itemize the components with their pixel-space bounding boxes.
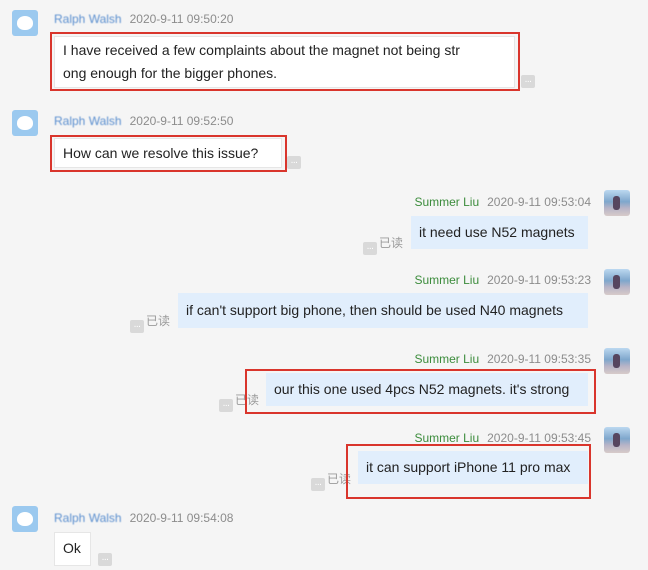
ellipsis-icon[interactable]: ... <box>363 242 377 255</box>
message-text-line: How can we resolve this issue? <box>63 145 259 161</box>
contact-avatar[interactable] <box>12 110 38 136</box>
read-receipt: ... 已读 <box>311 470 351 491</box>
ellipsis-icon[interactable]: ... <box>287 156 301 169</box>
sender-name[interactable]: Ralph Walsh <box>54 12 122 26</box>
message-bubble[interactable]: I have received a few complaints about t… <box>54 36 515 88</box>
message-text-line: ong enough for the bigger phones. <box>63 65 278 81</box>
message-header: Summer Liu 2020-9-11 09:53:04 <box>414 195 591 209</box>
message-header: Ralph Walsh 2020-9-11 09:52:50 <box>54 114 233 128</box>
timestamp: 2020-9-11 09:53:23 <box>487 273 591 287</box>
read-status: 已读 <box>327 472 352 486</box>
message-text-line: our this one used 4pcs N52 magnets. it's… <box>274 381 570 397</box>
timestamp: 2020-9-11 09:53:45 <box>487 431 591 445</box>
sender-name[interactable]: Ralph Walsh <box>54 511 122 525</box>
contact-avatar[interactable] <box>12 506 38 532</box>
message-text-line: it can support iPhone 11 pro max <box>366 459 571 475</box>
read-status: 已读 <box>379 236 404 250</box>
message-header: Ralph Walsh 2020-9-11 09:54:08 <box>54 511 233 525</box>
timestamp: 2020-9-11 09:52:50 <box>129 114 234 128</box>
read-receipt: ... 已读 <box>363 234 403 255</box>
read-receipt: ... 已读 <box>219 391 259 412</box>
profile-photo[interactable] <box>604 427 630 453</box>
sender-name[interactable]: Summer Liu <box>414 431 479 445</box>
timestamp: 2020-9-11 09:53:35 <box>487 352 591 366</box>
timestamp: 2020-9-11 09:54:08 <box>129 511 234 525</box>
read-status: 已读 <box>235 393 260 407</box>
read-status: 已读 <box>146 314 171 328</box>
sender-name[interactable]: Summer Liu <box>414 195 479 209</box>
message-bubble[interactable]: it need use N52 magnets <box>411 216 588 249</box>
sender-name[interactable]: Ralph Walsh <box>54 114 122 128</box>
message-bubble[interactable]: How can we resolve this issue? <box>54 138 282 168</box>
ellipsis-icon[interactable]: ... <box>98 553 112 566</box>
message-header: Ralph Walsh 2020-9-11 09:50:20 <box>54 12 233 26</box>
message-header: Summer Liu 2020-9-11 09:53:35 <box>414 352 591 366</box>
sender-name[interactable]: Summer Liu <box>414 352 479 366</box>
ellipsis-icon[interactable]: ... <box>311 478 325 491</box>
contact-avatar[interactable] <box>12 10 38 36</box>
ellipsis-icon[interactable]: ... <box>521 75 535 88</box>
message-header: Summer Liu 2020-9-11 09:53:45 <box>414 431 591 445</box>
profile-photo[interactable] <box>604 348 630 374</box>
ellipsis-icon[interactable]: ... <box>219 399 233 412</box>
profile-photo[interactable] <box>604 269 630 295</box>
read-receipt: ... 已读 <box>130 312 170 333</box>
sender-name[interactable]: Summer Liu <box>414 273 479 287</box>
message-bubble[interactable]: if can't support big phone, then should … <box>178 293 588 328</box>
message-text-line: I have received a few complaints about t… <box>63 42 460 58</box>
timestamp: 2020-9-11 09:53:04 <box>487 195 591 209</box>
ellipsis-icon[interactable]: ... <box>130 320 144 333</box>
message-text-line: it need use N52 magnets <box>419 224 575 240</box>
message-text-line: Ok <box>63 540 81 556</box>
profile-photo[interactable] <box>604 190 630 216</box>
message-bubble[interactable]: Ok <box>54 532 91 566</box>
message-bubble[interactable]: it can support iPhone 11 pro max <box>358 451 588 484</box>
timestamp: 2020-9-11 09:50:20 <box>129 12 234 26</box>
message-text-line: if can't support big phone, then should … <box>186 302 564 318</box>
message-header: Summer Liu 2020-9-11 09:53:23 <box>414 273 591 287</box>
message-bubble[interactable]: our this one used 4pcs N52 magnets. it's… <box>266 373 588 406</box>
